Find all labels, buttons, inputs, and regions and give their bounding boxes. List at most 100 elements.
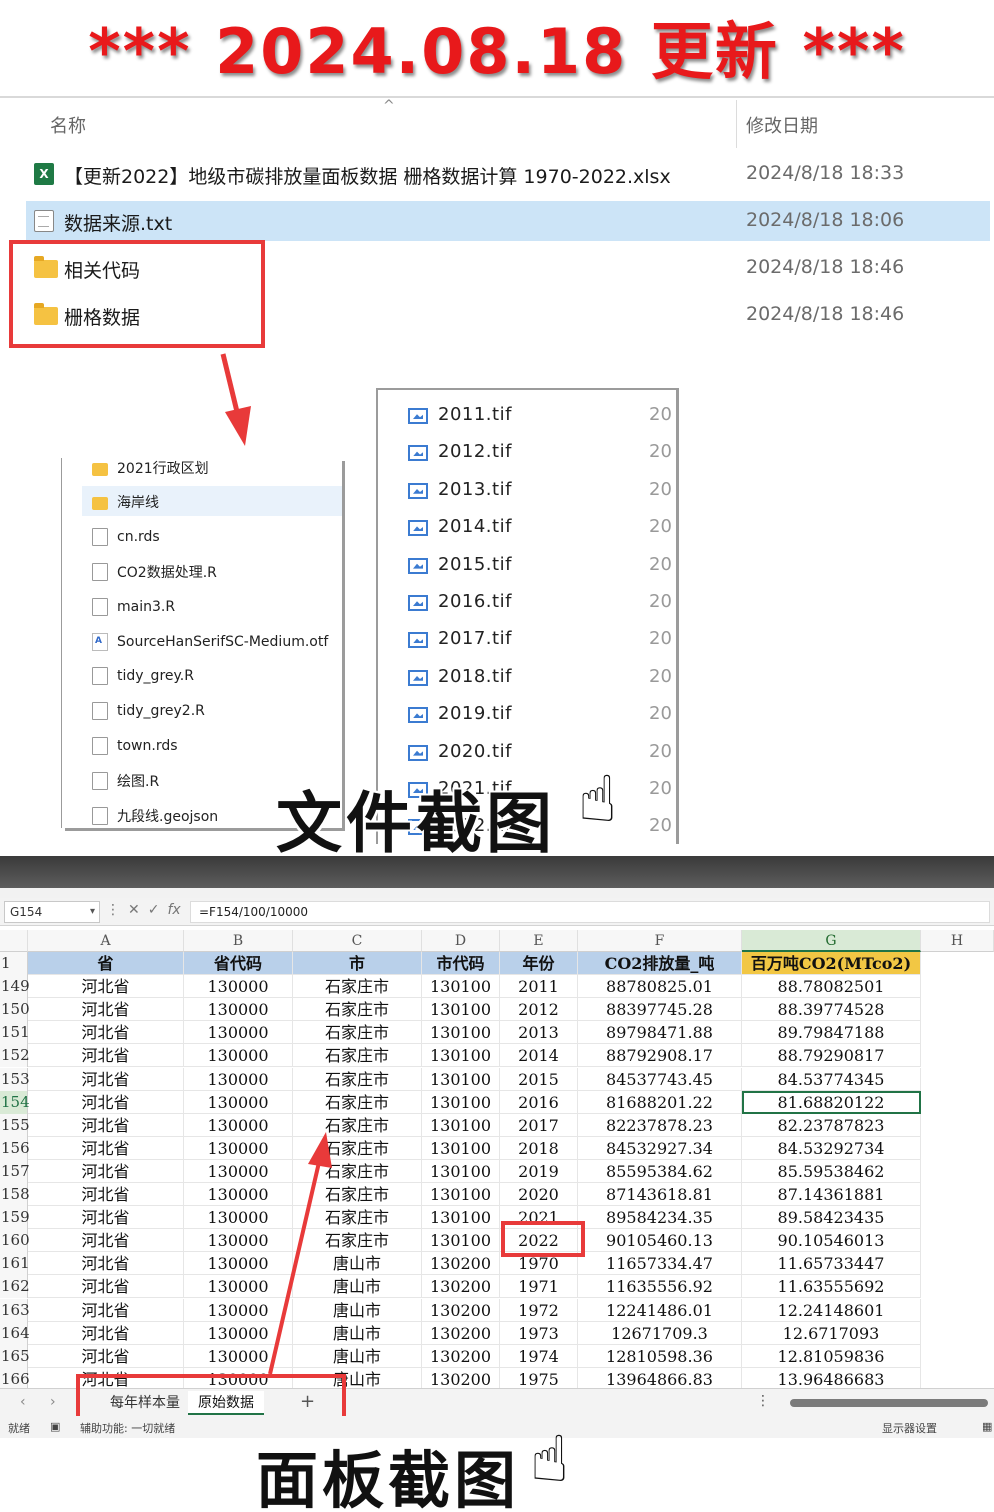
table-cell[interactable]: 130100	[422, 1113, 500, 1137]
sort-caret-icon[interactable]: ^	[383, 98, 395, 114]
sheet-prev-icon[interactable]: ‹	[20, 1394, 26, 1410]
file-row-txt[interactable]: 数据来源.txt 2024/8/18 18:06	[26, 201, 990, 241]
table-cell[interactable]: 11657334.47	[578, 1252, 742, 1276]
table-cell[interactable]: 130000	[184, 975, 293, 999]
macro-icon[interactable]: ▣	[50, 1420, 60, 1433]
list-item[interactable]: CO2数据处理.R	[92, 558, 217, 586]
table-cell[interactable]: 89798471.88	[578, 1021, 742, 1045]
table-cell[interactable]: 130100	[422, 1159, 500, 1183]
column-header[interactable]: D	[422, 930, 500, 952]
table-cell[interactable]: 12671709.3	[578, 1321, 742, 1345]
table-cell[interactable]: 130000	[184, 1067, 293, 1091]
row-number[interactable]: 164	[0, 1321, 30, 1345]
table-cell[interactable]: 2016	[500, 1090, 578, 1114]
column-header[interactable]: B	[184, 930, 293, 952]
list-item[interactable]: 海岸线	[92, 488, 159, 516]
column-header[interactable]: C	[293, 930, 422, 952]
name-box[interactable]: G154 ▾	[4, 901, 100, 923]
table-cell[interactable]: 2011	[500, 975, 578, 999]
table-cell[interactable]: 河北省	[28, 1298, 184, 1322]
table-cell[interactable]: 河北省	[28, 1136, 184, 1160]
column-header-date[interactable]: 修改日期	[746, 112, 818, 138]
table-cell[interactable]: 11635556.92	[578, 1275, 742, 1299]
row-number[interactable]: 158	[0, 1183, 30, 1207]
row-number[interactable]: 157	[0, 1159, 30, 1183]
column-header-name[interactable]: 名称	[50, 112, 86, 138]
view-icon[interactable]: ▦	[982, 1420, 992, 1433]
table-cell[interactable]: 2017	[500, 1113, 578, 1137]
row-number[interactable]: 151	[0, 1021, 30, 1045]
list-item[interactable]: main3.R	[92, 593, 175, 621]
table-cell[interactable]: 130100	[422, 998, 500, 1022]
table-cell[interactable]: 河北省	[28, 1183, 184, 1207]
table-cell[interactable]: 石家庄市	[293, 1044, 422, 1068]
header-cell[interactable]: 省	[28, 952, 184, 976]
table-cell[interactable]: 石家庄市	[293, 1090, 422, 1114]
row-number[interactable]: 155	[0, 1113, 30, 1137]
table-cell[interactable]: 87143618.81	[578, 1183, 742, 1207]
row-number[interactable]: 160	[0, 1229, 30, 1253]
table-cell[interactable]: 130200	[422, 1321, 500, 1345]
column-header[interactable]: E	[500, 930, 578, 952]
table-cell[interactable]: 12.81059836	[742, 1344, 921, 1368]
header-cell[interactable]: 市	[293, 952, 422, 976]
sheet-next-icon[interactable]: ›	[50, 1394, 56, 1410]
table-cell[interactable]: 河北省	[28, 1044, 184, 1068]
table-cell[interactable]: 84.53774345	[742, 1067, 921, 1091]
table-cell[interactable]: 12.6717093	[742, 1321, 921, 1345]
list-item[interactable]: 绘图.R	[92, 767, 159, 795]
table-cell[interactable]: 89.79847188	[742, 1021, 921, 1045]
table-cell[interactable]: 90105460.13	[578, 1229, 742, 1253]
select-all-corner[interactable]	[0, 930, 28, 952]
row-number[interactable]: 152	[0, 1044, 30, 1068]
table-cell[interactable]: 130100	[422, 1136, 500, 1160]
table-cell[interactable]: 130000	[184, 1021, 293, 1045]
table-cell[interactable]: 河北省	[28, 1344, 184, 1368]
table-cell[interactable]: 石家庄市	[293, 975, 422, 999]
table-cell[interactable]: 石家庄市	[293, 1067, 422, 1091]
status-display-settings[interactable]: 显示器设置	[882, 1420, 937, 1436]
table-cell[interactable]: 石家庄市	[293, 1021, 422, 1045]
function-icon[interactable]: fx	[167, 902, 180, 918]
table-cell[interactable]: 1974	[500, 1344, 578, 1368]
list-item[interactable]: 2018.tif 20	[408, 663, 676, 693]
table-cell[interactable]: 石家庄市	[293, 998, 422, 1022]
table-cell[interactable]: 2018	[500, 1136, 578, 1160]
table-cell[interactable]: 88.78082501	[742, 975, 921, 999]
header-cell[interactable]: 百万吨CO2(MTco2)	[742, 952, 921, 976]
list-item[interactable]: 2016.tif 20	[408, 588, 676, 618]
table-cell[interactable]: 130200	[422, 1275, 500, 1299]
table-cell[interactable]: 85.59538462	[742, 1159, 921, 1183]
table-cell[interactable]: 130000	[184, 1090, 293, 1114]
table-cell[interactable]: 130100	[422, 1044, 500, 1068]
header-cell[interactable]: 年份	[500, 952, 578, 976]
table-cell[interactable]: 130200	[422, 1298, 500, 1322]
list-item[interactable]: 2017.tif 20	[408, 625, 676, 655]
table-cell[interactable]: 河北省	[28, 975, 184, 999]
row-number[interactable]: 150	[0, 998, 30, 1022]
list-item[interactable]: cn.rds	[92, 523, 160, 551]
column-header[interactable]: H	[921, 930, 994, 952]
table-cell[interactable]: 2012	[500, 998, 578, 1022]
table-cell[interactable]: 11.65733447	[742, 1252, 921, 1276]
table-cell[interactable]: 河北省	[28, 1021, 184, 1045]
column-header[interactable]: A	[28, 930, 184, 952]
list-item[interactable]: 2013.tif 20	[408, 476, 676, 506]
row-number[interactable]: 154	[0, 1090, 30, 1114]
row-number[interactable]: 153	[0, 1067, 30, 1091]
confirm-icon[interactable]: ✓	[148, 902, 160, 918]
table-cell[interactable]: 130100	[422, 1229, 500, 1253]
table-cell[interactable]: 河北省	[28, 1321, 184, 1345]
table-cell[interactable]: 130100	[422, 1067, 500, 1091]
table-cell[interactable]: 89.58423435	[742, 1206, 921, 1230]
formula-input[interactable]: =F154/100/10000	[190, 901, 990, 923]
row-number[interactable]: 163	[0, 1298, 30, 1322]
table-cell[interactable]: 130100	[422, 1090, 500, 1114]
table-cell[interactable]: 82237878.23	[578, 1113, 742, 1137]
row-number[interactable]: 161	[0, 1252, 30, 1276]
table-cell[interactable]: 河北省	[28, 998, 184, 1022]
file-row-xlsx[interactable]: X 【更新2022】地级市碳排放量面板数据 栅格数据计算 1970-2022.x…	[26, 154, 990, 194]
horizontal-scrollbar[interactable]	[790, 1399, 988, 1407]
list-item[interactable]: 2021行政区划	[92, 458, 209, 482]
table-cell[interactable]: 12241486.01	[578, 1298, 742, 1322]
